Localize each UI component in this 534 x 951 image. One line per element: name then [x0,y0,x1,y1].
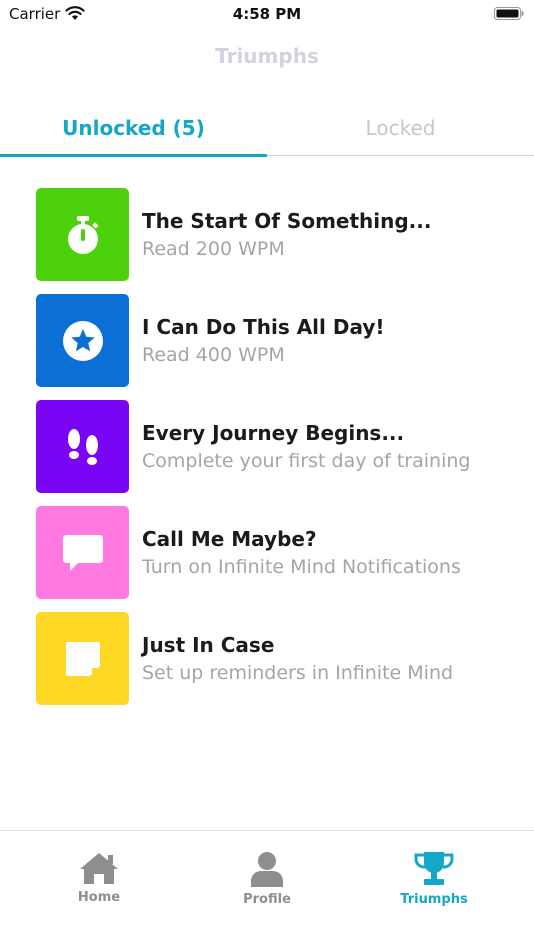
achievement-item[interactable]: The Start Of Something... Read 200 WPM [36,188,516,281]
status-time: 4:58 PM [232,5,302,23]
tab-selected-indicator [0,154,267,157]
achievement-description: Set up reminders in Infinite Mind [142,662,454,684]
page-title: Triumphs [215,44,319,68]
tabbar-label: Profile [243,892,291,907]
achievement-tile [36,400,129,493]
tabbar-item-profile[interactable]: Profile [178,851,356,907]
achievement-item[interactable]: Just In Case Set up reminders in Infinit… [36,612,516,705]
tab-unlocked[interactable]: Unlocked (5) [0,116,267,140]
achievement-description: Complete your first day of training [142,450,471,472]
achievement-title: Just In Case [142,633,275,657]
achievement-title: The Start Of Something... [142,209,432,233]
achievement-description: Read 200 WPM [142,238,285,260]
tab-locked[interactable]: Locked [267,116,534,140]
bottom-tab-bar: Home Profile Triumphs [0,830,534,951]
person-icon [251,852,283,887]
tabbar-label: Triumphs [400,892,468,907]
home-icon [80,853,118,884]
star-badge-icon [62,320,103,361]
achievement-title: Call Me Maybe? [142,527,317,551]
achievement-title: Every Journey Begins... [142,421,405,445]
footprints-icon [67,428,98,465]
achievement-item[interactable]: I Can Do This All Day! Read 400 WPM [36,294,516,387]
chat-bubble-icon [62,534,103,571]
achievement-item[interactable]: Every Journey Begins... Complete your fi… [36,400,516,493]
achievement-description: Read 400 WPM [142,344,285,366]
achievement-tile [36,188,129,281]
tabbar-item-triumphs[interactable]: Triumphs [345,851,523,907]
achievement-tile [36,612,129,705]
segmented-tabs: Unlocked (5) Locked [0,110,534,157]
tabbar-item-home[interactable]: Home [10,851,188,905]
achievement-tile [36,506,129,599]
sticky-note-icon [65,641,100,676]
achievement-description: Turn on Infinite Mind Notifications [142,556,461,578]
stopwatch-icon [67,215,98,254]
status-bar: Carrier 4:58 PM [0,0,534,28]
achievement-item[interactable]: Call Me Maybe? Turn on Infinite Mind Not… [36,506,516,599]
achievement-title: I Can Do This All Day! [142,315,385,339]
tabbar-label: Home [77,890,121,905]
achievement-list: The Start Of Something... Read 200 WPM I… [36,188,516,718]
trophy-icon [414,852,454,885]
achievement-tile [36,294,129,387]
battery-icon [494,7,524,20]
